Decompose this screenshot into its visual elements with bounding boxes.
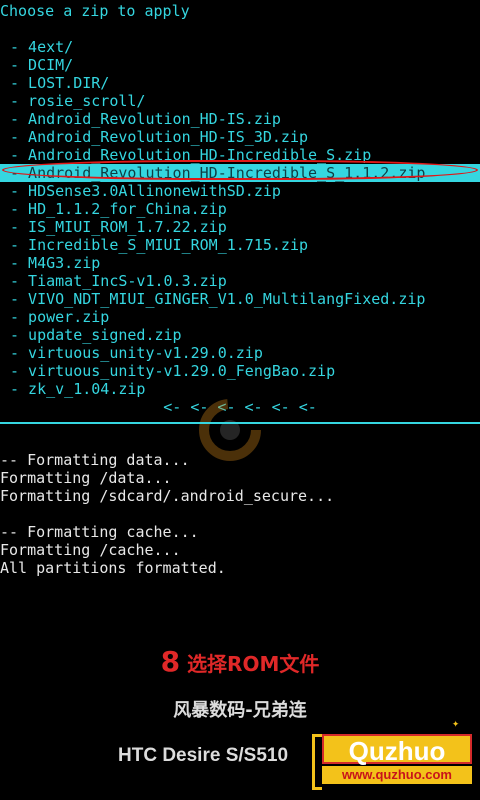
log-line: Formatting /data...	[0, 469, 172, 487]
sparkle-icon: ✦	[452, 716, 460, 730]
step-text: 选择ROM文件	[187, 652, 320, 676]
log-line: All partitions formatted.	[0, 559, 226, 577]
separator-line	[0, 422, 480, 424]
file-item-rosie-scroll[interactable]: - rosie_scroll/	[0, 92, 480, 110]
file-item-tiamat[interactable]: - Tiamat_IncS-v1.0.3.zip	[0, 272, 480, 290]
log-output: -- Formatting data... Formatting /data..…	[0, 451, 480, 577]
step-number: 8	[160, 645, 181, 678]
file-item-zk-v104[interactable]: - zk_v_1.04.zip	[0, 380, 480, 398]
file-item-arhd-incredible-s-112-selected[interactable]: - Android_Revolution_HD-Incredible_S_1.1…	[0, 164, 480, 182]
file-item-virtuous-unity-fengbao[interactable]: - virtuous_unity-v1.29.0_FengBao.zip	[0, 362, 480, 380]
file-list: - 4ext/ - DCIM/ - LOST.DIR/ - rosie_scro…	[0, 38, 480, 398]
file-item-update-signed[interactable]: - update_signed.zip	[0, 326, 480, 344]
brand-name: Quzhuo	[322, 734, 472, 766]
file-item-dcim[interactable]: - DCIM/	[0, 56, 480, 74]
log-line: -- Formatting cache...	[0, 523, 199, 541]
brand-watermark: ✦ Quzhuo www.quzhuo.com	[312, 716, 472, 796]
recovery-menu: Choose a zip to apply - 4ext/ - DCIM/ - …	[0, 0, 480, 416]
file-item-arhd-is-3d[interactable]: - Android_Revolution_HD-IS_3D.zip	[0, 128, 480, 146]
file-item-m4g3[interactable]: - M4G3.zip	[0, 254, 480, 272]
log-line: -- Formatting data...	[0, 451, 190, 469]
file-item-power[interactable]: - power.zip	[0, 308, 480, 326]
file-item-arhd-incredible-s[interactable]: - Android_Revolution_HD-Incredible_S.zip	[0, 146, 480, 164]
file-item-lost-dir[interactable]: - LOST.DIR/	[0, 74, 480, 92]
brand-bracket	[312, 734, 322, 790]
brand-url: www.quzhuo.com	[322, 766, 472, 784]
file-item-incredible-s-miui-1715[interactable]: - Incredible_S_MIUI_ROM_1.715.zip	[0, 236, 480, 254]
go-back-arrows[interactable]: <- <- <- <- <- <-	[0, 398, 480, 416]
file-item-hdsense3[interactable]: - HDSense3.0AllinonewithSD.zip	[0, 182, 480, 200]
device-caption: HTC Desire S/S510	[118, 745, 289, 766]
file-item-virtuous-unity[interactable]: - virtuous_unity-v1.29.0.zip	[0, 344, 480, 362]
menu-title: Choose a zip to apply	[0, 2, 190, 20]
step-caption: 8 选择ROM文件	[0, 645, 480, 678]
file-item-vivo-ndt-miui[interactable]: - VIVO_NDT_MIUI_GINGER_V1.0_MultilangFix…	[0, 290, 480, 308]
file-item-arhd-is[interactable]: - Android_Revolution_HD-IS.zip	[0, 110, 480, 128]
log-line: Formatting /sdcard/.android_secure...	[0, 487, 335, 505]
subtitle-caption: 风暴数码-兄弟连	[173, 700, 307, 721]
file-item-hd-112-china[interactable]: - HD_1.1.2_for_China.zip	[0, 200, 480, 218]
file-item-4ext[interactable]: - 4ext/	[0, 38, 480, 56]
log-line: Formatting /cache...	[0, 541, 181, 559]
file-item-is-miui-1722[interactable]: - IS_MIUI_ROM_1.7.22.zip	[0, 218, 480, 236]
